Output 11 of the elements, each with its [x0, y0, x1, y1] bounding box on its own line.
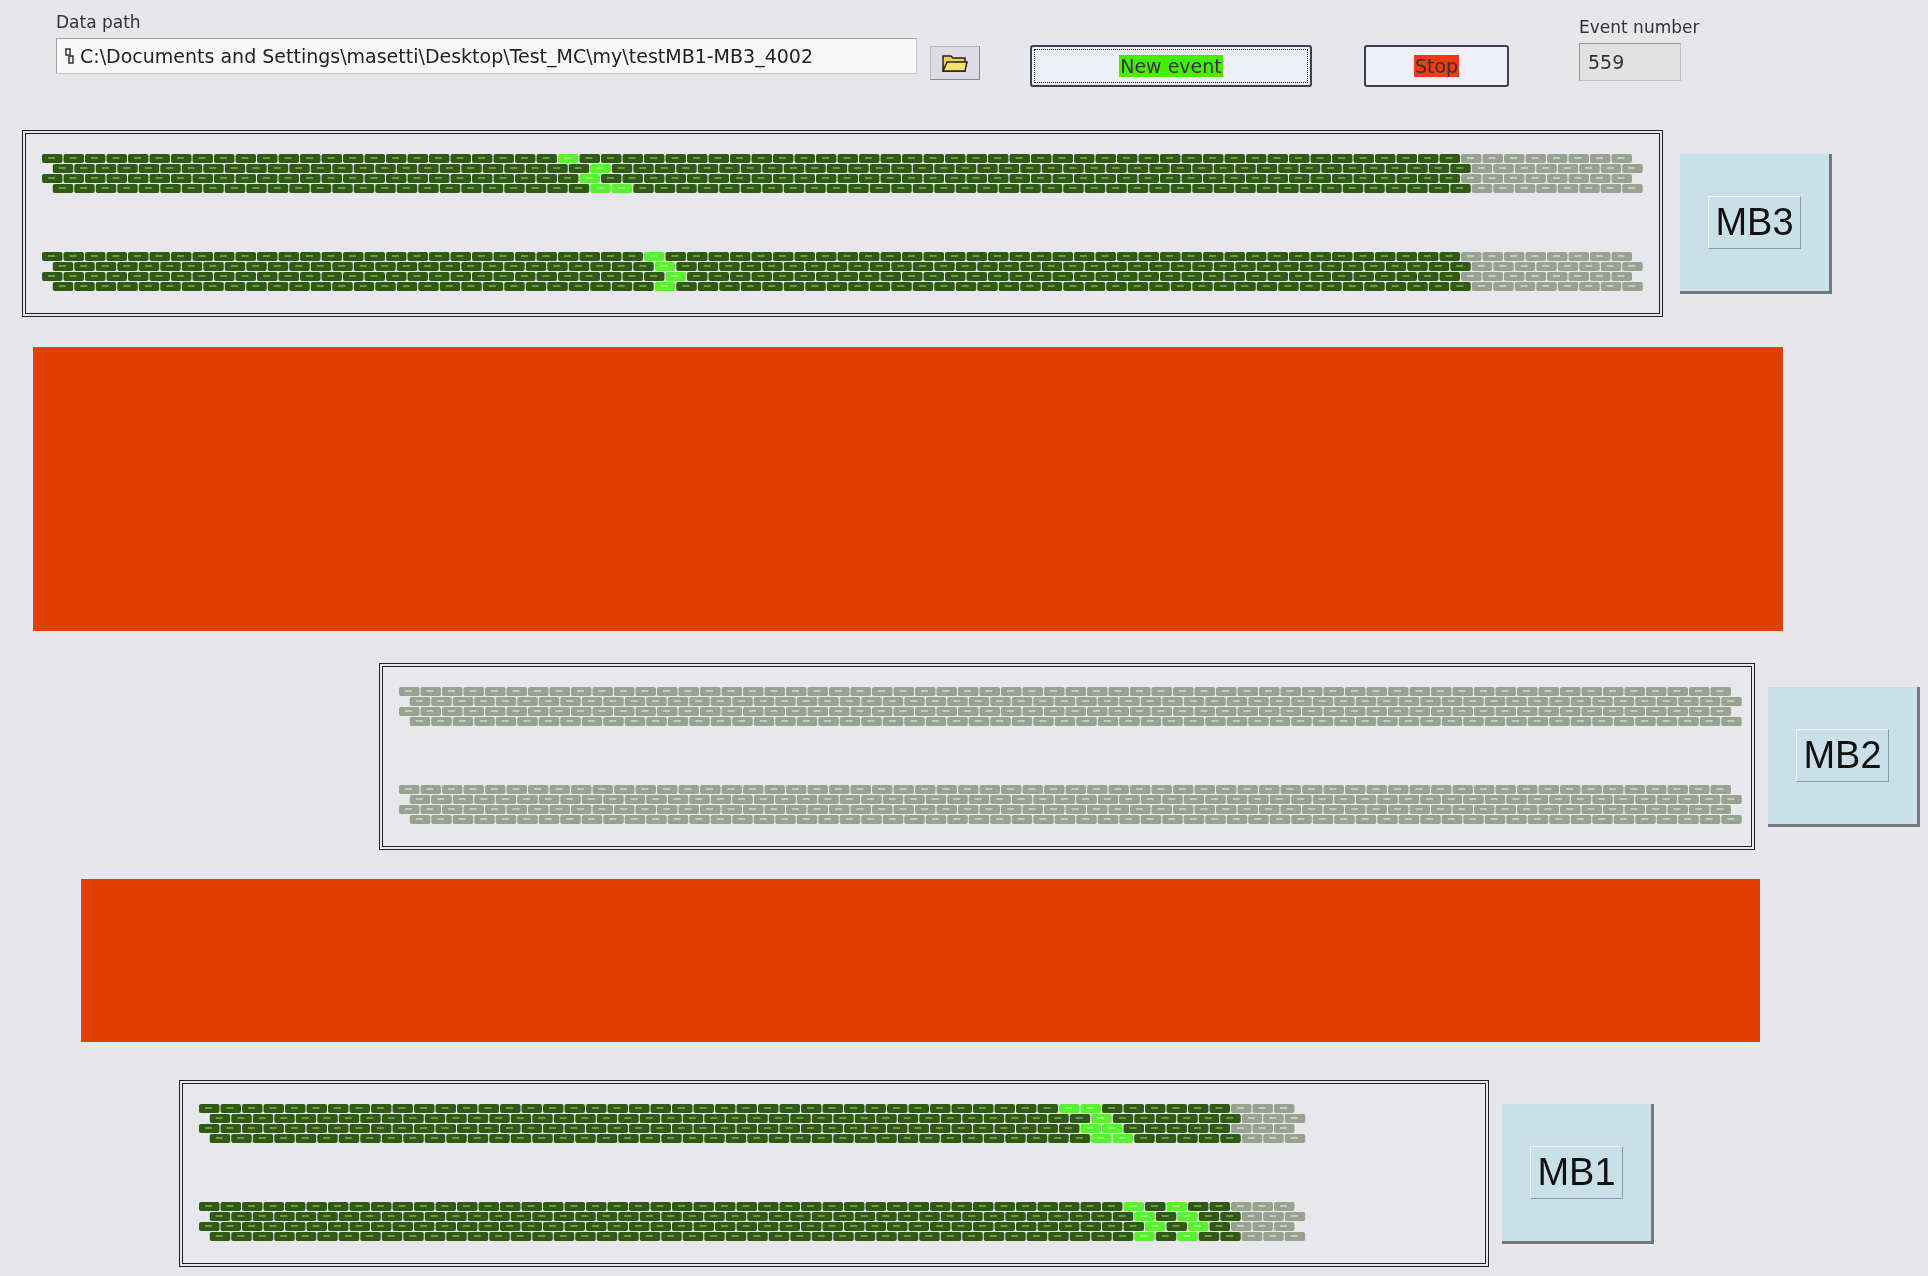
chamber-label: MB3	[1680, 153, 1832, 294]
new-event-button[interactable]: New event	[1030, 45, 1312, 87]
event-number-field: 559	[1579, 43, 1681, 81]
browse-button[interactable]	[930, 46, 980, 80]
chamber-label: MB2	[1768, 686, 1920, 827]
path-icon	[65, 48, 74, 64]
path-field[interactable]: C:\Documents and Settings\masetti\Desktop\Test_MC\my\testMB1-MB3_4002	[56, 38, 917, 74]
field-label: Event number	[1579, 17, 1700, 37]
folder-icon	[941, 53, 969, 73]
field-label: Data path	[56, 12, 142, 32]
chamber-label: MB1	[1502, 1103, 1654, 1244]
